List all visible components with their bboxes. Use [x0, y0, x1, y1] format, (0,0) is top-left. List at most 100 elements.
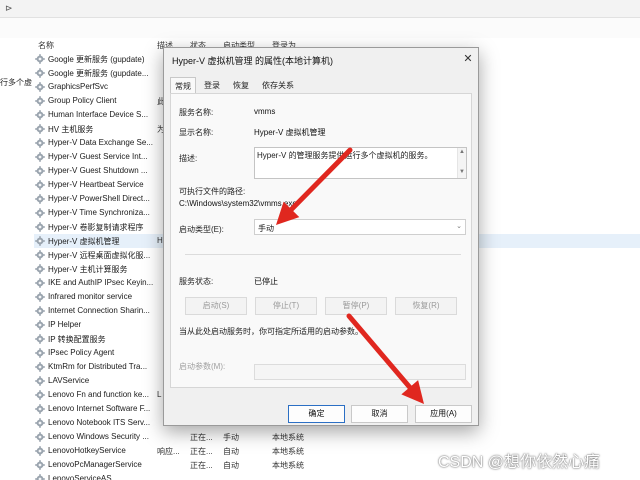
service-name: Lenovo Fn and function ke... [48, 390, 149, 399]
service-name: Hyper-V 虚拟机管理 [48, 237, 120, 246]
service-name: Human Interface Device S... [48, 110, 149, 119]
service-name: Hyper-V 卷影复制请求程序 [48, 223, 144, 232]
service-logon: 本地系统 [272, 461, 304, 470]
service-gear-icon [35, 292, 45, 302]
service-name: HV 主机服务 [48, 125, 94, 134]
tab-recovery[interactable]: 恢复 [229, 77, 253, 93]
column-header-name[interactable]: 名称 [38, 40, 54, 52]
description-text: Hyper-V 的管理服务提供运行多个虚拟机的服务。 [257, 151, 433, 160]
service-gear-icon [35, 180, 45, 190]
tab-logon[interactable]: 登录 [200, 77, 224, 93]
cancel-button[interactable]: 取消 [351, 405, 408, 423]
collapse-pane-icon[interactable]: ⊳ [5, 3, 13, 14]
service-name-value: vmms [254, 107, 276, 116]
service-gear-icon [35, 236, 45, 246]
service-name: Hyper-V Time Synchroniza... [48, 208, 150, 217]
service-name: Infrared monitor service [48, 292, 133, 301]
close-icon[interactable]: ✕ [462, 53, 474, 65]
service-name: LAVService [48, 376, 90, 385]
service-name: Lenovo Notebook ITS Serv... [48, 418, 151, 427]
service-gear-icon [35, 376, 45, 386]
description-scrollbar[interactable]: ▲ ▼ [457, 148, 466, 178]
description-textbox[interactable]: Hyper-V 的管理服务提供运行多个虚拟机的服务。 ▲ ▼ [254, 147, 467, 179]
service-name: Google 更新服务 (gupdate... [48, 69, 149, 78]
service-gear-icon [35, 418, 45, 428]
toolbar-area [0, 18, 640, 38]
tab-general[interactable]: 常规 [170, 77, 196, 93]
dialog-title: Hyper-V 虚拟机管理 的属性(本地计算机) [172, 56, 334, 66]
service-gear-icon [35, 320, 45, 330]
pause-button[interactable]: 暂停(P) [325, 297, 387, 315]
service-name: Hyper-V Guest Service Int... [48, 152, 148, 161]
service-name: Hyper-V Heartbeat Service [48, 180, 144, 189]
service-logon: 本地系统 [272, 447, 304, 456]
service-name: KtmRm for Distributed Tra... [48, 362, 148, 371]
service-gear-icon [35, 54, 45, 64]
service-gear-icon [35, 278, 45, 288]
start-params-input[interactable] [254, 364, 466, 380]
executable-path-value: C:\Windows\system32\vmms.exe [179, 199, 297, 208]
service-gear-icon [35, 432, 45, 442]
service-name: Google 更新服务 (gupdate) [48, 55, 145, 64]
description-label: 描述: [179, 154, 198, 163]
start-button[interactable]: 启动(S) [185, 297, 247, 315]
service-status: 正在... [190, 461, 213, 470]
stop-button[interactable]: 停止(T) [255, 297, 317, 315]
service-name: Hyper-V 主机计算服务 [48, 265, 128, 274]
service-gear-icon [35, 166, 45, 176]
service-gear-icon [35, 82, 45, 92]
service-name: Hyper-V 远程桌面虚拟化服... [48, 251, 151, 260]
ok-button[interactable]: 确定 [288, 405, 345, 423]
watermark-text: CSDN @想你依然心痛 [438, 454, 601, 471]
executable-path-label: 可执行文件的路径: [179, 187, 246, 196]
scroll-up-icon[interactable]: ▲ [459, 149, 465, 155]
service-gear-icon [35, 362, 45, 372]
section-divider [185, 254, 461, 255]
service-gear-icon [35, 152, 45, 162]
service-gear-icon [35, 68, 45, 78]
service-gear-icon [35, 124, 45, 134]
service-status-label: 服务状态: [179, 277, 214, 286]
start-params-label: 启动参数(M): [179, 362, 226, 371]
service-gear-icon [35, 250, 45, 260]
service-name: GraphicsPerfSvc [48, 82, 109, 91]
service-gear-icon [35, 96, 45, 106]
service-gear-icon [35, 474, 45, 480]
startup-type-value: 手动 [258, 224, 274, 233]
service-name: Group Policy Client [48, 96, 117, 105]
startup-type-select[interactable]: 手动 ⌄ [254, 219, 466, 235]
apply-button[interactable]: 应用(A) [415, 405, 472, 423]
scroll-down-icon[interactable]: ▼ [459, 169, 465, 175]
service-gear-icon [35, 334, 45, 344]
service-logon: 本地系统 [272, 433, 304, 442]
service-gear-icon [35, 110, 45, 120]
start-params-hint: 当从此处启动服务时，你可指定所适用的启动参数。 [179, 327, 363, 336]
tab-dependencies[interactable]: 依存关系 [258, 77, 298, 93]
service-startup-type: 自动 [223, 447, 239, 456]
service-name: IPsec Policy Agent [48, 348, 115, 357]
display-name-value: Hyper-V 虚拟机管理 [254, 128, 326, 137]
service-row[interactable]: Lenovo Windows Security ... 正在... 手动 本地系统 [34, 430, 640, 444]
service-name: Internet Connection Sharin... [48, 306, 150, 315]
general-tab-panel: 服务名称: vmms 显示名称: Hyper-V 虚拟机管理 描述: Hyper… [170, 93, 472, 388]
resume-button[interactable]: 恢复(R) [395, 297, 457, 315]
service-name: Lenovo Windows Security ... [48, 432, 149, 441]
service-name: Hyper-V Guest Shutdown ... [48, 166, 148, 175]
service-gear-icon [35, 222, 45, 232]
service-name: LenovoPcManagerService [48, 460, 142, 469]
service-status: 正在... [190, 447, 213, 456]
window-top-strip: ⊳ [0, 0, 640, 18]
service-gear-icon [35, 306, 45, 316]
service-gear-icon [35, 348, 45, 358]
service-gear-icon [35, 404, 45, 414]
chevron-down-icon: ⌄ [456, 223, 462, 230]
service-status: 正在... [190, 433, 213, 442]
service-name: Hyper-V PowerShell Direct... [48, 194, 150, 203]
left-pane-description: 行多个虚 [0, 78, 32, 87]
service-startup-type: 手动 [223, 433, 239, 442]
properties-dialog: Hyper-V 虚拟机管理 的属性(本地计算机) ✕ 常规 登录 恢复 依存关系… [163, 47, 479, 426]
startup-type-label: 启动类型(E): [179, 225, 224, 234]
service-gear-icon [35, 138, 45, 148]
service-status-value: 已停止 [254, 277, 278, 286]
service-row[interactable]: LenovoServiceAS [34, 472, 640, 480]
